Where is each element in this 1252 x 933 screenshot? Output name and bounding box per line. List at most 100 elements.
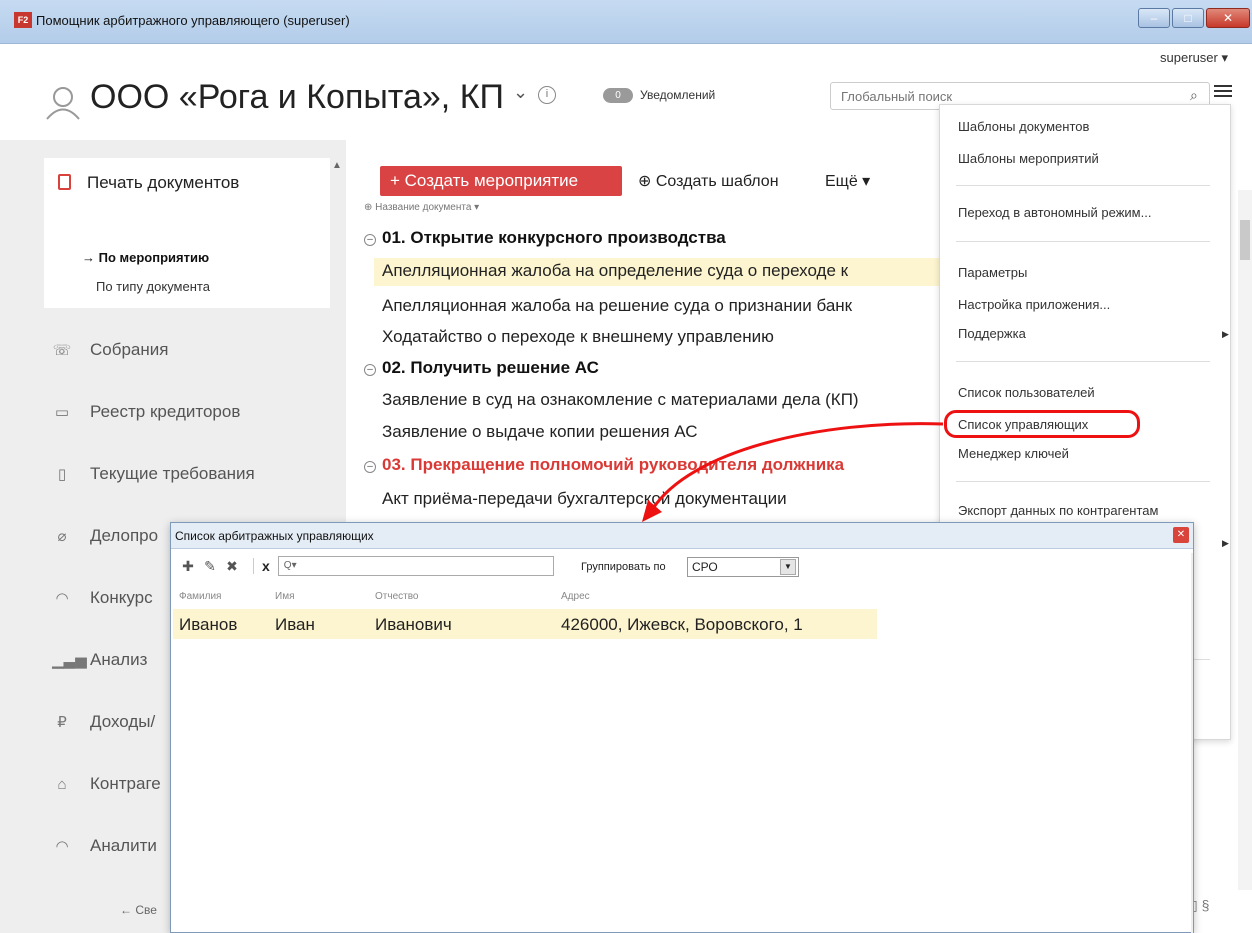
registry-icon: ▭ bbox=[54, 404, 70, 421]
search-icon[interactable]: ⌕ bbox=[1190, 87, 1198, 104]
document-row[interactable]: Акт приёма-передачи бухгалтерской докуме… bbox=[382, 489, 787, 509]
menu-item-app-settings[interactable]: Настройка приложения... bbox=[958, 297, 1110, 312]
submenu-arrow-icon: ▶ bbox=[1222, 538, 1229, 548]
main-scrollbar[interactable] bbox=[1238, 190, 1252, 890]
delete-icon[interactable]: ✖ bbox=[223, 558, 241, 575]
sidebar-item-analytics[interactable]: ◠ Аналити bbox=[52, 836, 156, 856]
document-row[interactable]: Апелляционная жалоба на решение суда о п… bbox=[382, 296, 852, 316]
cell-patronymic[interactable]: Иванович bbox=[375, 615, 452, 635]
app-logo-icon: F2 bbox=[14, 12, 32, 28]
collapse-icon[interactable]: – bbox=[364, 364, 376, 376]
dialog-search-input[interactable]: Q▾ bbox=[277, 556, 554, 576]
group-by-label: Группировать по bbox=[581, 561, 666, 573]
notifications-label[interactable]: Уведомлений bbox=[640, 88, 715, 102]
menu-item-event-templates[interactable]: Шаблоны мероприятий bbox=[958, 151, 1099, 166]
by-event-link[interactable]: → По мероприятию bbox=[82, 250, 209, 265]
sidebar-item-counterparties[interactable]: ⌂ Контраге bbox=[52, 774, 160, 794]
company-title[interactable]: ООО «Рога и Копыта», КП bbox=[90, 78, 504, 117]
menu-item-managers-list[interactable]: Список управляющих bbox=[958, 417, 1088, 432]
more-menu-button[interactable]: Ещё ▾ bbox=[825, 171, 870, 191]
create-event-button[interactable]: + Создать мероприятие bbox=[380, 166, 622, 196]
maximize-button[interactable]: □ bbox=[1172, 8, 1204, 28]
add-icon[interactable]: ✚ bbox=[179, 558, 197, 575]
document-row[interactable]: Апелляционная жалоба на определение суда… bbox=[374, 258, 940, 286]
column-header-address[interactable]: Адрес bbox=[561, 591, 590, 602]
cell-address[interactable]: 426000, Ижевск, Воровского, 1 bbox=[561, 615, 803, 635]
by-type-link[interactable]: По типу документа bbox=[96, 279, 210, 294]
collapse-sidebar-link[interactable]: ← Све bbox=[120, 903, 157, 917]
paperclip-icon: ⌀ bbox=[57, 528, 67, 545]
document-name-column-header[interactable]: ⊕ Название документа ▾ bbox=[364, 202, 479, 213]
menu-item-export-counterparties[interactable]: Экспорт данных по контрагентам bbox=[958, 503, 1158, 518]
user-avatar-icon bbox=[46, 87, 80, 120]
menu-item-offline-mode[interactable]: Переход в автономный режим... bbox=[958, 205, 1151, 220]
scrollbar-thumb[interactable] bbox=[1240, 220, 1250, 260]
document-row[interactable]: Заявление в суд на ознакомление с матери… bbox=[382, 390, 859, 410]
sidebar-item-contest[interactable]: ◠ Конкурс bbox=[52, 588, 152, 608]
window-title: Помощник арбитражного управляющего (supe… bbox=[36, 13, 350, 28]
scroll-up-icon[interactable]: ▲ bbox=[332, 160, 342, 171]
cell-name[interactable]: Иван bbox=[275, 615, 315, 635]
submenu-arrow-icon: ▶ bbox=[1222, 329, 1229, 339]
print-documents-header[interactable]: Печать документов bbox=[58, 173, 239, 193]
window-titlebar: F2 Помощник арбитражного управляющего (s… bbox=[0, 0, 1252, 44]
minimize-button[interactable]: – bbox=[1138, 8, 1170, 28]
bank-icon: ⌂ bbox=[57, 776, 67, 793]
collapse-icon[interactable]: – bbox=[364, 234, 376, 246]
menu-separator bbox=[956, 361, 1210, 362]
print-document-icon bbox=[58, 174, 71, 190]
dialog-scrollbar[interactable] bbox=[1191, 553, 1193, 933]
chart-icon: ▁▃▅ bbox=[52, 652, 87, 669]
group-row-01[interactable]: –01. Открытие конкурсного производства bbox=[364, 228, 726, 248]
column-header-patronymic[interactable]: Отчество bbox=[375, 591, 418, 602]
sidebar-item-paperwork[interactable]: ⌀ Делопро bbox=[52, 526, 158, 546]
expand-all-icon[interactable]: ⊕ bbox=[364, 202, 375, 213]
close-dialog-button[interactable]: ✕ bbox=[1173, 527, 1189, 543]
user-menu[interactable]: superuser ▾ bbox=[1160, 50, 1228, 66]
menu-separator bbox=[956, 481, 1210, 482]
toolbar-separator bbox=[253, 558, 254, 574]
dialog-title: Список арбитражных управляющих bbox=[175, 529, 374, 543]
sidebar-item-current-claims[interactable]: ▯ Текущие требования bbox=[52, 464, 255, 484]
ruble-icon: ₽ bbox=[57, 714, 67, 731]
handshake-icon: ☏ bbox=[52, 342, 72, 359]
sidebar-item-creditors-registry[interactable]: ▭ Реестр кредиторов bbox=[52, 402, 240, 422]
print-documents-card: Печать документов → По мероприятию По ти… bbox=[44, 158, 330, 308]
window-controls: – □ ✕ bbox=[1138, 8, 1250, 28]
document-icon: ▯ bbox=[57, 466, 67, 483]
managers-list-dialog: Список арбитражных управляющих ✕ ✚ ✎ ✖ x… bbox=[170, 522, 1194, 933]
menu-item-support[interactable]: Поддержка bbox=[958, 326, 1026, 341]
menu-item-parameters[interactable]: Параметры bbox=[958, 265, 1027, 280]
notifications-badge[interactable]: 0 bbox=[603, 88, 633, 103]
menu-item-document-templates[interactable]: Шаблоны документов bbox=[958, 119, 1089, 134]
edit-icon[interactable]: ✎ bbox=[201, 558, 219, 575]
group-by-select[interactable]: СРО ▼ bbox=[687, 557, 799, 577]
create-template-button[interactable]: ⊕ Создать шаблон bbox=[638, 171, 779, 191]
analytics-icon: ◠ bbox=[55, 838, 69, 855]
collapse-icon[interactable]: – bbox=[364, 461, 376, 473]
close-window-button[interactable]: ✕ bbox=[1206, 8, 1250, 28]
sidebar-item-meetings[interactable]: ☏ Собрания bbox=[52, 340, 169, 360]
document-row[interactable]: Заявление о выдаче копии решения АС bbox=[382, 422, 698, 442]
chevron-down-icon[interactable]: ⌄ bbox=[513, 82, 528, 103]
dialog-titlebar: Список арбитражных управляющих ✕ bbox=[171, 523, 1193, 549]
dialog-toolbar: ✚ ✎ ✖ x Q▾ bbox=[179, 555, 554, 577]
column-header-surname[interactable]: Фамилия bbox=[179, 591, 221, 602]
cell-surname[interactable]: Иванов bbox=[179, 615, 237, 635]
menu-item-key-manager[interactable]: Менеджер ключей bbox=[958, 446, 1069, 461]
print-documents-label: Печать документов bbox=[87, 173, 240, 192]
menu-separator bbox=[956, 185, 1210, 186]
document-row[interactable]: Ходатайство о переходе к внешнему управл… bbox=[382, 327, 774, 347]
chevron-down-icon[interactable]: ▼ bbox=[780, 559, 796, 575]
menu-separator bbox=[956, 241, 1210, 242]
sidebar-item-income[interactable]: ₽ Доходы/ bbox=[52, 712, 155, 732]
menu-item-users-list[interactable]: Список пользователей bbox=[958, 385, 1095, 400]
contest-icon: ◠ bbox=[55, 590, 69, 607]
menu-icon[interactable] bbox=[1214, 85, 1232, 101]
column-header-name[interactable]: Имя bbox=[275, 591, 294, 602]
sidebar-item-analysis[interactable]: ▁▃▅ Анализ bbox=[52, 650, 147, 670]
group-row-03[interactable]: –03. Прекращение полномочий руководителя… bbox=[364, 455, 844, 475]
clear-filter-button[interactable]: x bbox=[262, 558, 270, 574]
group-row-02[interactable]: –02. Получить решение АС bbox=[364, 358, 599, 378]
info-icon[interactable]: i bbox=[538, 86, 556, 104]
